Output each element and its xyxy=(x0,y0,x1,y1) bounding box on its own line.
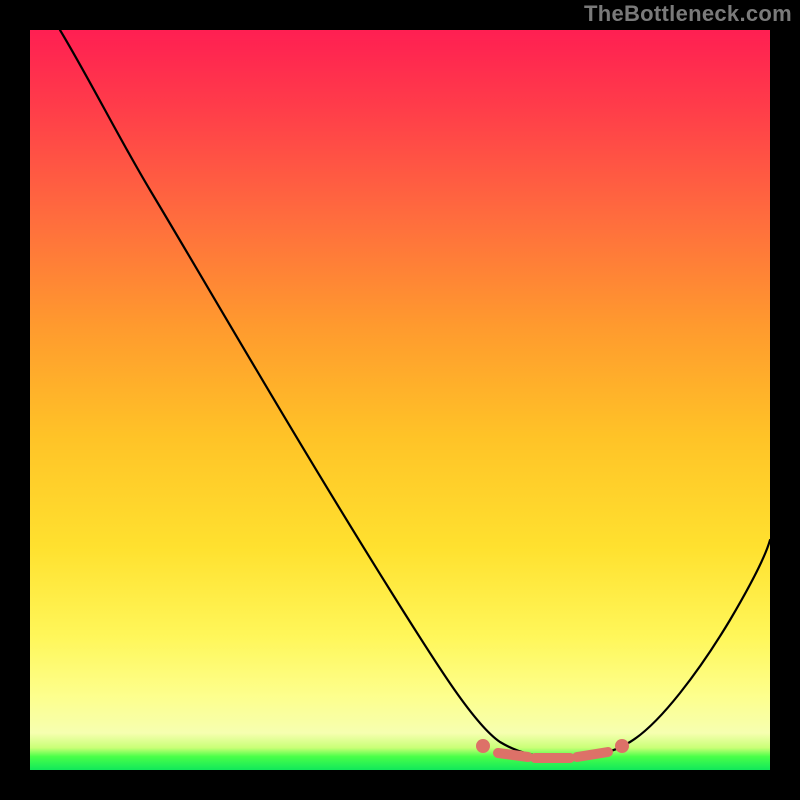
curve-layer xyxy=(30,30,770,770)
plot-area xyxy=(30,30,770,770)
marker-seg-1 xyxy=(498,753,528,757)
watermark-text: TheBottleneck.com xyxy=(584,1,792,27)
bottleneck-curve xyxy=(60,30,770,758)
marker-seg-3 xyxy=(577,752,608,757)
chart-stage: TheBottleneck.com xyxy=(0,0,800,800)
marker-dot-right xyxy=(615,739,629,753)
marker-dot-left xyxy=(476,739,490,753)
